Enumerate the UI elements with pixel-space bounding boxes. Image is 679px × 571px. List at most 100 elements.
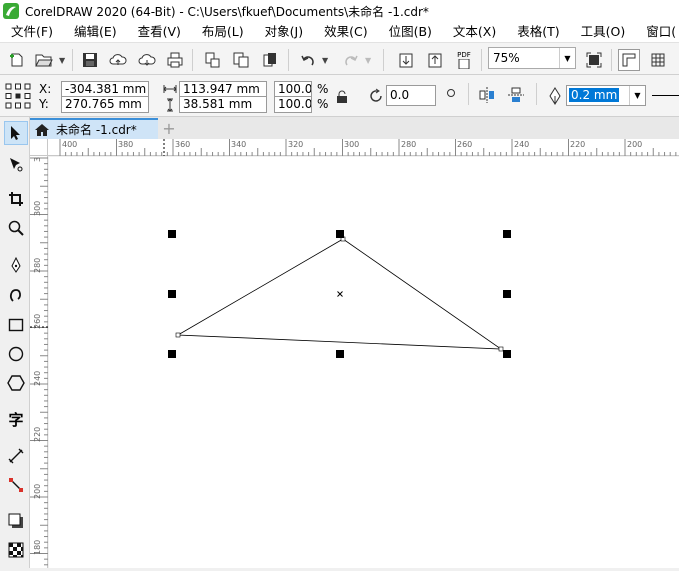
tab-document[interactable]: 未命名 -1.cdr* xyxy=(30,118,158,139)
ruler-tick-label: 220 xyxy=(570,140,586,149)
ellipse-tool-icon[interactable] xyxy=(4,342,28,366)
rectangle-tool-icon[interactable] xyxy=(4,313,28,337)
selection-handle-bottom-left[interactable] xyxy=(168,350,176,358)
add-tab-icon[interactable]: + xyxy=(158,118,180,139)
chevron-down-icon[interactable]: ▼ xyxy=(629,86,645,105)
menu-table[interactable]: 表格(T) xyxy=(506,22,569,42)
ruler-tick-label: 280 xyxy=(401,140,417,149)
crop-tool-icon[interactable] xyxy=(4,187,28,211)
menu-edit[interactable]: 编辑(E) xyxy=(63,22,127,42)
line-style-preview[interactable] xyxy=(652,95,679,96)
ruler-tick-label: 340 xyxy=(231,140,247,149)
scale-height-field[interactable]: 100.0 xyxy=(274,96,312,113)
home-icon[interactable] xyxy=(34,123,50,137)
selection-handle-top-left[interactable] xyxy=(168,230,176,238)
zoom-tool-icon[interactable] xyxy=(4,216,28,240)
menu-file[interactable]: 文件(F) xyxy=(0,22,63,42)
selection-handle-bottom-center[interactable] xyxy=(336,350,344,358)
zoom-level-select[interactable]: 75% ▼ xyxy=(488,47,576,69)
menu-window[interactable]: 窗口( xyxy=(635,22,679,42)
new-document-icon[interactable] xyxy=(6,49,28,71)
outline-width-select[interactable]: 0.2 mm ▼ xyxy=(566,85,646,106)
menu-view[interactable]: 查看(V) xyxy=(127,22,191,42)
ruler-tick-label: 380 xyxy=(118,140,134,149)
ruler-tick-label: 300 xyxy=(344,140,360,149)
window-title: CorelDRAW 2020 (64-Bit) - C:\Users\fkuef… xyxy=(25,4,429,19)
redo-icon[interactable] xyxy=(340,49,362,71)
grid-icon[interactable] xyxy=(647,49,669,71)
mirror-horizontal-icon[interactable] xyxy=(478,86,496,104)
cloud-upload-icon[interactable] xyxy=(107,49,129,71)
selection-handle-top-center[interactable] xyxy=(336,230,344,238)
menu-text[interactable]: 文本(X) xyxy=(442,22,506,42)
ruler-origin[interactable] xyxy=(30,139,48,156)
outline-width-value: 0.2 mm xyxy=(569,88,620,102)
selection-handle-middle-right[interactable] xyxy=(503,290,511,298)
node-handle[interactable] xyxy=(175,332,181,338)
lock-ratio-icon[interactable] xyxy=(336,90,348,104)
drop-shadow-tool-icon[interactable] xyxy=(4,509,28,533)
polygon-tool-icon[interactable] xyxy=(4,371,28,395)
print-icon[interactable] xyxy=(164,49,186,71)
undo-icon[interactable] xyxy=(297,49,319,71)
vertical-ruler[interactable]: 3 300 280 260 240 220 200 180 xyxy=(30,156,48,568)
node-handle[interactable] xyxy=(498,346,504,352)
mirror-vertical-icon[interactable] xyxy=(507,86,525,104)
rulers-icon[interactable] xyxy=(618,49,640,71)
menu-layout[interactable]: 布局(L) xyxy=(191,22,254,42)
transparency-tool-icon[interactable] xyxy=(4,538,28,562)
x-label: X: xyxy=(39,82,52,96)
import-arrow-icon[interactable] xyxy=(395,49,417,71)
freehand-tool-icon[interactable] xyxy=(4,253,28,277)
parallel-dimension-tool-icon[interactable] xyxy=(4,444,28,468)
selection-handle-middle-left[interactable] xyxy=(168,290,176,298)
menu-bitmaps[interactable]: 位图(B) xyxy=(378,22,442,42)
cloud-download-icon[interactable] xyxy=(136,49,158,71)
export-arrow-icon[interactable] xyxy=(424,49,446,71)
selection-handle-bottom-right[interactable] xyxy=(503,350,511,358)
redo-dropdown-icon[interactable]: ▼ xyxy=(365,56,371,65)
drawing-canvas[interactable] xyxy=(49,157,679,568)
center-of-rotation-marker[interactable] xyxy=(337,291,343,297)
toolbar-separator xyxy=(192,49,193,71)
y-position-field[interactable]: 270.765 mm xyxy=(61,96,149,113)
canvas-svg xyxy=(168,230,511,358)
selection-handle-top-right[interactable] xyxy=(503,230,511,238)
horizontal-ruler[interactable]: 400 380 360 340 320 300 280 260 240 220 … xyxy=(48,139,679,156)
save-icon[interactable] xyxy=(79,49,101,71)
zoom-value: 75% xyxy=(493,51,520,65)
export-icon[interactable] xyxy=(230,49,252,71)
ruler-tick-label: 320 xyxy=(288,140,304,149)
export-pdf-icon[interactable]: PDF xyxy=(453,49,475,71)
object-origin-icon[interactable] xyxy=(5,83,31,109)
open-folder-icon[interactable] xyxy=(33,49,55,71)
undo-dropdown-icon[interactable]: ▼ xyxy=(322,56,328,65)
open-dropdown-icon[interactable]: ▼ xyxy=(59,56,65,65)
text-tool-icon[interactable]: 字 xyxy=(4,407,28,431)
menu-object[interactable]: 对象(J) xyxy=(254,22,313,42)
height-field[interactable]: 38.581 mm xyxy=(179,96,267,113)
ruler-tick-label: 240 xyxy=(33,370,42,386)
artistic-media-tool-icon[interactable] xyxy=(4,283,28,307)
ruler-tick-label: 200 xyxy=(33,483,42,499)
ruler-tick-label: 260 xyxy=(33,313,42,329)
toolbar-separator xyxy=(611,49,612,71)
ruler-tick-label: 200 xyxy=(627,140,643,149)
chevron-down-icon[interactable]: ▼ xyxy=(559,48,575,68)
width-icon xyxy=(163,85,177,93)
import-icon[interactable] xyxy=(201,49,223,71)
pick-tool-icon[interactable] xyxy=(4,121,28,145)
publish-icon[interactable] xyxy=(259,49,281,71)
shape-tool-icon[interactable] xyxy=(4,152,28,176)
y-label: Y: xyxy=(39,97,49,111)
connector-tool-icon[interactable] xyxy=(4,473,28,497)
full-screen-icon[interactable] xyxy=(583,49,605,71)
ruler-tick-label: 240 xyxy=(514,140,530,149)
toolbar-separator xyxy=(72,49,73,71)
menu-effects[interactable]: 效果(C) xyxy=(313,22,377,42)
percent-label: % xyxy=(317,97,329,111)
title-bar: CorelDRAW 2020 (64-Bit) - C:\Users\fkuef… xyxy=(0,0,679,22)
menu-tools[interactable]: 工具(O) xyxy=(570,22,636,42)
pdf-label: PDF xyxy=(457,51,471,59)
rotation-angle-field[interactable]: 0.0 xyxy=(386,85,436,106)
